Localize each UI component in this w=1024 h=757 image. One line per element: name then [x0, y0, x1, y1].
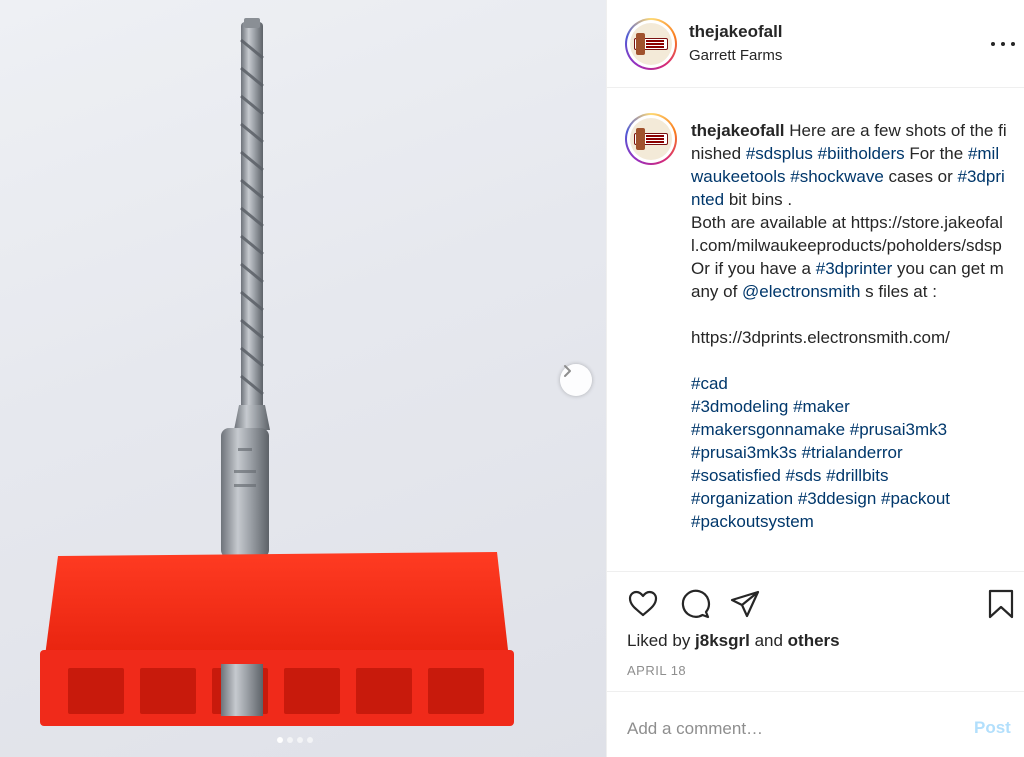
caption-text: For the [904, 144, 968, 163]
caption-avatar[interactable] [625, 113, 677, 165]
comment-icon[interactable] [679, 588, 711, 620]
next-slide-button[interactable] [560, 364, 592, 396]
drill-bit-photo [40, 18, 514, 726]
carousel-indicator [277, 737, 313, 743]
hashtag-link[interactable]: #3ddesign [798, 489, 876, 508]
carousel-dot [297, 737, 303, 743]
hashtag-link[interactable]: #trialanderror [802, 443, 903, 462]
carousel-dot [287, 737, 293, 743]
post-date[interactable]: APRIL 18 [627, 663, 686, 678]
more-dot [991, 42, 995, 46]
hashtag-link[interactable]: #3dprinter [816, 259, 893, 278]
liked-by-user[interactable]: j8ksgrl [695, 631, 750, 650]
comment-input[interactable] [627, 716, 957, 742]
logo-text [646, 135, 664, 137]
mention-link[interactable]: @electronsmith [742, 282, 860, 301]
hashtag-link[interactable]: #packoutsystem [691, 512, 814, 531]
post-header: thejakeofall Garrett Farms [607, 0, 1024, 88]
bit-holder-top [45, 552, 508, 656]
hashtag-link[interactable]: #maker [793, 397, 850, 416]
drill-bit-in-slot [221, 664, 263, 716]
hashtag-link[interactable]: #3dmodeling [691, 397, 788, 416]
likes-others[interactable]: others [788, 631, 840, 650]
instagram-post: thejakeofall Garrett Farms thejakeofall … [0, 0, 1024, 757]
drill-bit-neck [234, 405, 270, 430]
hashtag-link[interactable]: #sosatisfied [691, 466, 781, 485]
hashtag-link[interactable]: #shockwave [790, 167, 884, 186]
hashtag-link[interactable]: #cad [691, 374, 728, 393]
carousel-dot [277, 737, 283, 743]
caption-text: cases or [883, 167, 958, 186]
likes-middle: and [749, 631, 788, 650]
post-actions: Liked by j8ksgrl and others APRIL 18 [607, 572, 1024, 692]
more-options-button[interactable] [991, 34, 1015, 54]
hashtag-link[interactable]: #prusai3mk3 [850, 420, 947, 439]
post-caption: thejakeofall Here are a few shots of the… [691, 119, 1009, 533]
hashtag-link[interactable]: #sdsplus [746, 144, 813, 163]
caption-username[interactable]: thejakeofall [691, 121, 785, 140]
hashtag-link[interactable]: #biitholders [818, 144, 905, 163]
heart-icon[interactable] [627, 588, 659, 620]
hashtag-link[interactable]: #sds [786, 466, 822, 485]
drill-bit-tip [244, 18, 260, 28]
drill-bit-shank [221, 428, 269, 558]
likes-summary: Liked by j8ksgrl and others [627, 631, 840, 651]
hashtag-link[interactable]: #drillbits [826, 466, 888, 485]
header-location[interactable]: Garrett Farms [689, 47, 782, 64]
jakeofall-logo [630, 23, 672, 65]
logo-figure [636, 128, 645, 150]
logo-text [646, 40, 664, 42]
bookmark-icon[interactable] [985, 588, 1017, 620]
hashtag-link[interactable]: #packout [881, 489, 950, 508]
post-comment-button[interactable]: Post [974, 718, 1011, 738]
avatar[interactable] [625, 18, 677, 70]
avatar-frame [627, 115, 675, 163]
logo-figure [636, 33, 645, 55]
more-dot [1011, 42, 1015, 46]
header-username[interactable]: thejakeofall [689, 22, 783, 42]
chevron-right-icon [564, 365, 571, 377]
post-photo[interactable] [0, 0, 606, 757]
jakeofall-logo [630, 118, 672, 160]
post-details-panel: thejakeofall Garrett Farms thejakeofall … [606, 0, 1024, 757]
avatar-frame [627, 20, 675, 68]
likes-prefix: Liked by [627, 631, 696, 650]
carousel-dot [307, 737, 313, 743]
hashtag-link[interactable]: #organization [691, 489, 793, 508]
caption-section: thejakeofall Here are a few shots of the… [607, 88, 1024, 572]
paper-plane-icon[interactable] [729, 588, 761, 620]
hashtag-link[interactable]: #makersgonnamake [691, 420, 845, 439]
more-dot [1001, 42, 1005, 46]
hashtag-link[interactable]: #prusai3mk3s [691, 443, 797, 462]
